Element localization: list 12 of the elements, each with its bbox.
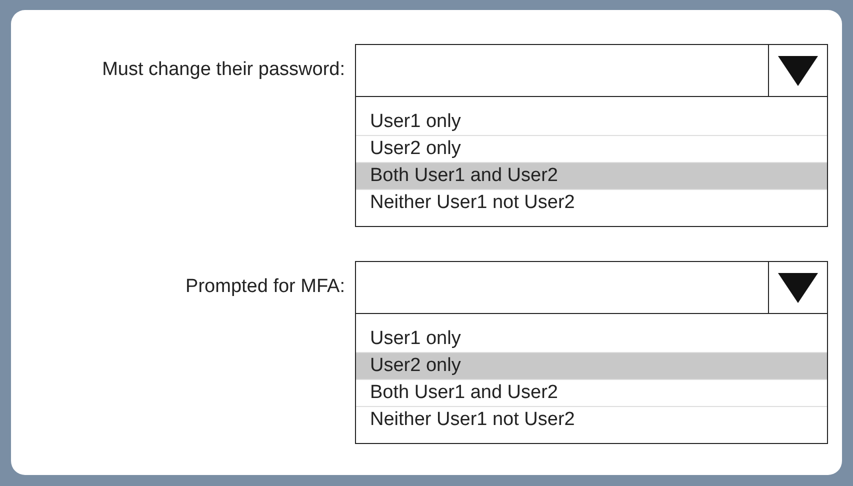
dropdown-field[interactable] [355,261,828,314]
dropdown-option[interactable]: User2 only [356,353,827,380]
dropdown-arrow-icon[interactable] [778,272,818,302]
dropdown-arrow-icon[interactable] [778,56,818,86]
dropdown-option[interactable]: Both User1 and User2 [356,380,827,407]
question-label: Must change their password: [102,59,345,82]
dropdown-option[interactable]: Neither User1 not User2 [356,190,827,216]
dropdown-field[interactable] [355,44,828,97]
dropdown-option[interactable]: Both User1 and User2 [356,163,827,190]
question-label: Prompted for MFA: [186,276,345,299]
dropdown-option[interactable]: Neither User1 not User2 [356,407,827,433]
dropdown-option[interactable]: User1 only [356,109,827,136]
